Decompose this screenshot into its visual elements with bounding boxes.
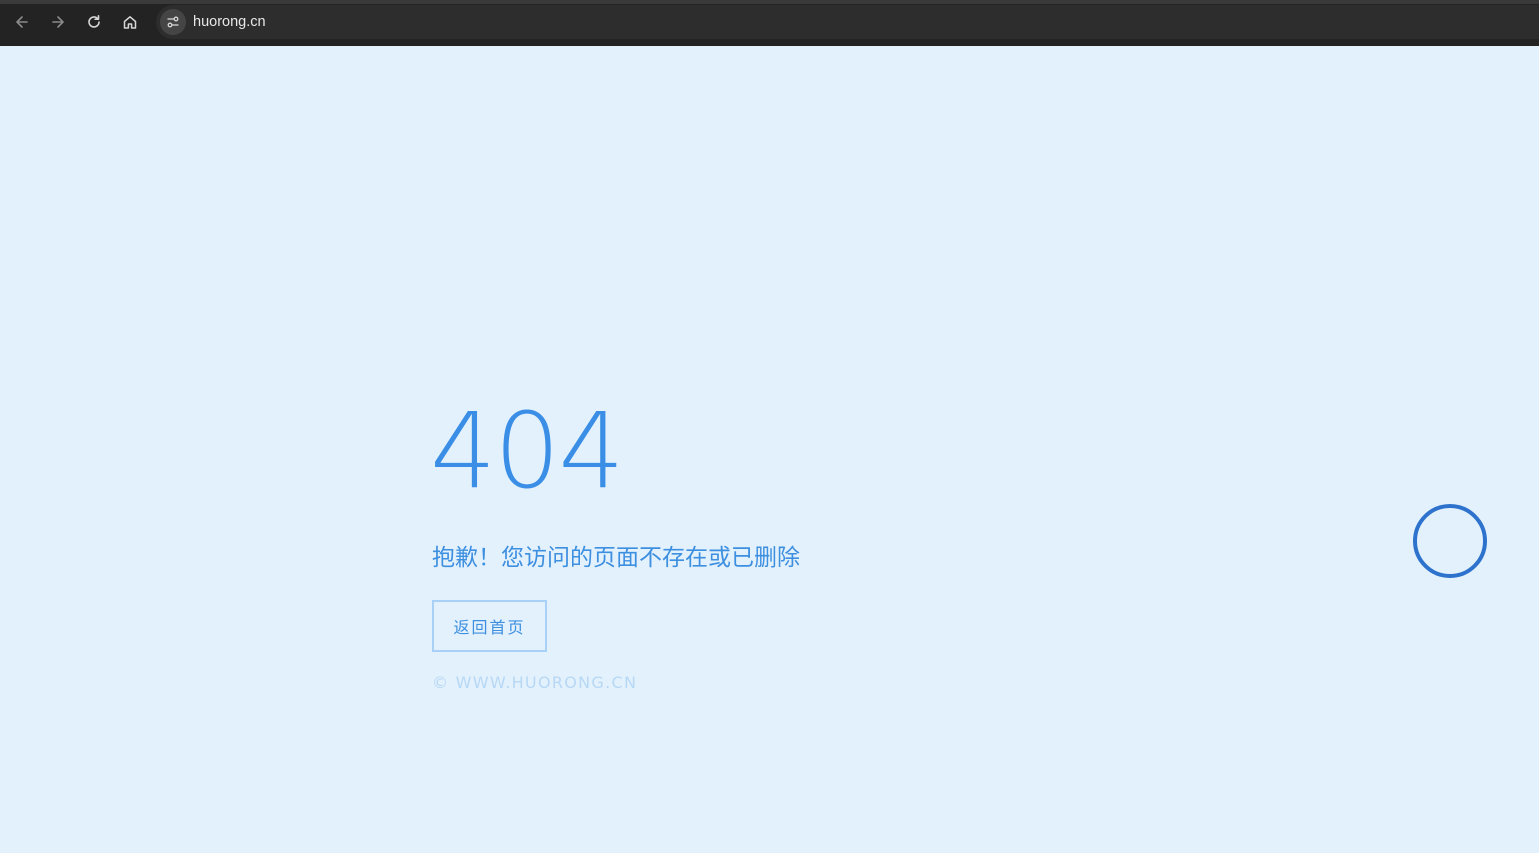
reload-icon — [88, 15, 100, 28]
forward-button[interactable] — [44, 8, 72, 36]
tune-icon — [167, 16, 179, 28]
address-bar[interactable]: huorong.cn ★ — [156, 5, 1539, 39]
error-message: 抱歉！您访问的页面不存在或已删除 — [432, 545, 800, 571]
site-info-button[interactable] — [160, 9, 186, 35]
url-text[interactable]: huorong.cn — [193, 13, 266, 31]
back-to-home-button[interactable]: 返回首页 — [432, 600, 547, 652]
arrow-left-icon — [16, 16, 28, 28]
error-code: 404 — [430, 390, 625, 512]
home-icon — [123, 16, 137, 29]
reload-button[interactable] — [80, 8, 108, 36]
copyright-text: © WWW.HUORONG.CN — [432, 673, 638, 692]
back-button[interactable] — [8, 8, 36, 36]
arrow-right-icon — [52, 16, 64, 28]
page-content: 404 抱歉！您访问的页面不存在或已删除 返回首页 © WWW.HUORONG.… — [0, 46, 1539, 853]
loading-ring-icon — [1413, 504, 1487, 578]
home-button-browser[interactable] — [116, 8, 144, 36]
browser-toolbar: huorong.cn ★ — [0, 0, 1539, 46]
